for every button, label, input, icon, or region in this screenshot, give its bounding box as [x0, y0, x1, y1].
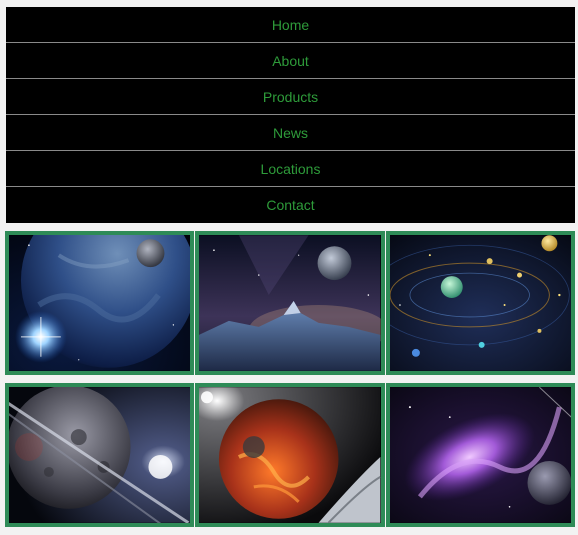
- nav-item-home[interactable]: Home: [6, 7, 575, 43]
- gallery-row: [5, 231, 575, 375]
- main-nav: Home About Products News Locations Conta…: [6, 7, 575, 223]
- nav-item-news[interactable]: News: [6, 115, 575, 151]
- gallery-tile-moon-mountain[interactable]: [195, 231, 385, 375]
- gallery-tile-earth[interactable]: [5, 231, 195, 375]
- moon-mountain-image: [199, 235, 381, 371]
- nav-item-products[interactable]: Products: [6, 79, 575, 115]
- gallery-tile-ringed-planet[interactable]: [5, 383, 195, 527]
- earth-planet-image: [9, 235, 191, 371]
- page: Home About Products News Locations Conta…: [0, 0, 578, 535]
- purple-nebula-image: [389, 387, 571, 523]
- solar-system-image: [389, 235, 571, 371]
- nav-item-contact[interactable]: Contact: [6, 187, 575, 223]
- nav-item-locations[interactable]: Locations: [6, 151, 575, 187]
- gallery-row: [5, 383, 575, 527]
- gallery-tile-fiery-planet[interactable]: [195, 383, 385, 527]
- nav-item-about[interactable]: About: [6, 43, 575, 79]
- gallery-tile-purple-nebula[interactable]: [385, 383, 575, 527]
- gallery-tile-solar-system[interactable]: [385, 231, 575, 375]
- fiery-planet-image: [199, 387, 381, 523]
- ringed-planet-image: [9, 387, 191, 523]
